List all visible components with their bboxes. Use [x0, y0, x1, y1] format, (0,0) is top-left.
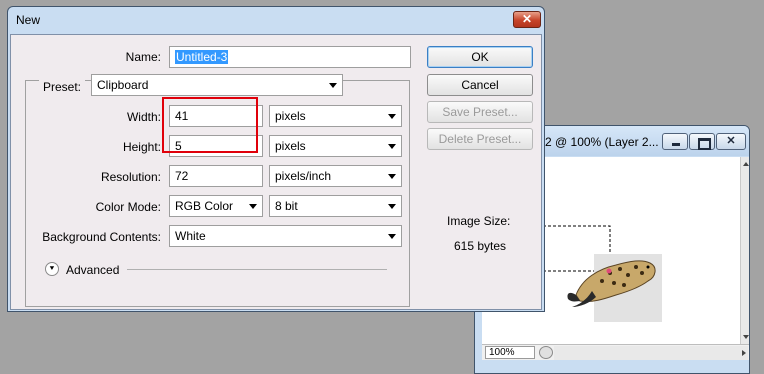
advanced-label[interactable]: Advanced	[66, 263, 119, 277]
chevron-down-icon	[388, 114, 396, 119]
height-unit-select[interactable]: pixels	[269, 135, 402, 157]
name-input[interactable]: Untitled-3	[169, 46, 411, 68]
resolution-input[interactable]: 72	[169, 165, 263, 187]
width-unit-select[interactable]: pixels	[269, 105, 402, 127]
close-button[interactable]: ✕	[513, 11, 541, 28]
preset-select[interactable]: Clipboard	[91, 74, 343, 96]
save-preset-button[interactable]: Save Preset...	[427, 101, 533, 123]
image-size-value: 615 bytes	[454, 239, 507, 253]
new-document-dialog: New ✕ Name: Untitled-3 Preset: Clipboard…	[7, 6, 545, 312]
chevron-down-icon	[388, 174, 396, 179]
chevron-double-down-icon[interactable]: ⯆	[45, 262, 59, 276]
width-label: Width:	[126, 110, 161, 124]
minimize-button[interactable]	[662, 133, 688, 150]
dialog-title: New	[16, 13, 41, 27]
vertical-scrollbar[interactable]	[740, 157, 749, 344]
resolution-unit-value: pixels/inch	[275, 169, 332, 183]
maximize-button[interactable]	[689, 133, 715, 150]
dialog-titlebar[interactable]: New ✕	[8, 7, 544, 33]
highlight-box	[162, 97, 258, 153]
resolution-unit-select[interactable]: pixels/inch	[269, 165, 402, 187]
document-status-bar: 100%	[482, 344, 749, 360]
cancel-button[interactable]: Cancel	[427, 74, 533, 96]
width-unit-value: pixels	[275, 109, 306, 123]
chevron-down-icon	[388, 204, 396, 209]
scroll-up-icon[interactable]	[741, 157, 749, 171]
chevron-down-icon	[388, 234, 396, 239]
color-mode-label: Color Mode:	[95, 200, 161, 214]
zoom-field[interactable]: 100%	[485, 346, 535, 359]
resolution-label: Resolution:	[100, 170, 161, 184]
status-menu-icon[interactable]	[539, 346, 553, 359]
color-mode-value: RGB Color	[175, 199, 234, 213]
chevron-down-icon	[249, 204, 257, 209]
horizontal-scrollbar[interactable]	[554, 346, 748, 360]
document-close-button[interactable]	[716, 133, 746, 150]
preset-label: Preset:	[39, 80, 86, 94]
scroll-right-icon[interactable]	[736, 346, 748, 360]
image-size-label: Image Size:	[447, 214, 511, 228]
background-contents-label: Background Contents:	[42, 230, 161, 244]
bit-depth-select[interactable]: 8 bit	[269, 195, 402, 217]
ok-button[interactable]: OK	[427, 46, 533, 68]
scroll-down-icon[interactable]	[741, 330, 749, 344]
name-label: Name:	[125, 50, 161, 64]
dialog-body: Name: Untitled-3 Preset: Clipboard Width…	[10, 34, 542, 310]
color-mode-select[interactable]: RGB Color	[169, 195, 263, 217]
name-value: Untitled-3	[175, 50, 229, 64]
background-contents-value: White	[175, 229, 206, 243]
background-contents-select[interactable]: White	[169, 225, 402, 247]
height-unit-value: pixels	[275, 139, 306, 153]
bit-depth-value: 8 bit	[275, 199, 298, 213]
chevron-down-icon	[388, 144, 396, 149]
height-label: Height:	[122, 140, 161, 154]
preset-value: Clipboard	[97, 78, 149, 92]
chevron-down-icon	[329, 83, 337, 88]
delete-preset-button[interactable]: Delete Preset...	[427, 128, 533, 150]
document-title: -2 @ 100% (Layer 2...	[541, 135, 659, 149]
advanced-divider	[127, 269, 387, 270]
